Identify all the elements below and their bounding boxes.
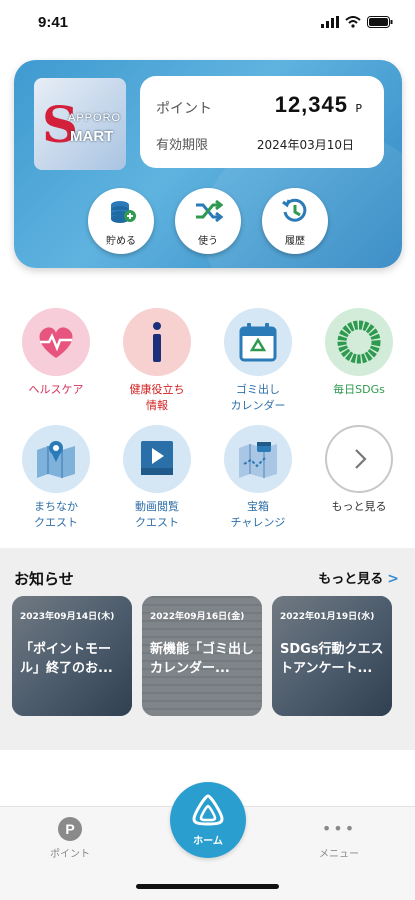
home-button[interactable]: ホーム bbox=[170, 782, 246, 858]
points-label: ポイント bbox=[156, 101, 212, 117]
sdgs-icon bbox=[337, 320, 381, 364]
feature-garbage-calendar[interactable]: ゴミ出し カレンダー bbox=[208, 308, 308, 414]
town-quest-label: まちなか クエスト bbox=[34, 500, 78, 529]
daily-sdgs-circle bbox=[325, 308, 393, 376]
news-card[interactable]: 2022年09月16日(金) 新機能「ゴミ出しカレンダー... bbox=[142, 596, 262, 716]
status-icons bbox=[321, 16, 393, 28]
heart-icon bbox=[39, 327, 73, 358]
garbage-calendar-label: ゴミ出し カレンダー bbox=[230, 383, 286, 412]
use-points-label: 使う bbox=[198, 236, 218, 247]
news-section: お知らせ もっと見る > 2023年09月14日(木) 「ポイントモール」終了のお… bbox=[0, 548, 415, 750]
feature-more[interactable]: もっと見る bbox=[309, 425, 409, 515]
points-p-icon: P bbox=[58, 817, 82, 841]
nav-points-label: ポイント bbox=[50, 849, 90, 860]
treasure-map-icon bbox=[239, 442, 277, 478]
healthcare-label: ヘルスケア bbox=[28, 383, 84, 396]
treasure-challenge-circle bbox=[224, 425, 292, 493]
recycle-calendar-icon bbox=[239, 323, 277, 362]
logo-apporo: APPORO bbox=[68, 112, 122, 124]
feature-healthcare[interactable]: ヘルスケア bbox=[6, 308, 106, 398]
health-info-circle bbox=[123, 308, 191, 376]
video-quest-label: 動画閲覧 クエスト bbox=[135, 500, 179, 529]
video-quest-circle bbox=[123, 425, 191, 493]
battery-icon bbox=[367, 16, 393, 28]
more-circle bbox=[325, 425, 393, 493]
logo-mart: MART bbox=[70, 128, 114, 145]
feature-video-quest[interactable]: 動画閲覧 クエスト bbox=[107, 425, 207, 531]
point-balance-panel: ポイント 12,345 P 有効期限 2024年03月10日 bbox=[140, 76, 384, 168]
news-card[interactable]: 2023年09月14日(木) 「ポイントモール」終了のお... bbox=[12, 596, 132, 716]
town-quest-circle bbox=[22, 425, 90, 493]
nav-menu-label: メニュー bbox=[319, 849, 359, 860]
feature-health-info[interactable]: 健康役立ち 情報 bbox=[107, 308, 207, 414]
nav-menu[interactable]: ••• メニュー bbox=[311, 819, 367, 861]
more-dots-icon: ••• bbox=[321, 819, 357, 838]
news-more-label: もっと見る bbox=[318, 572, 384, 587]
map-icon bbox=[37, 441, 75, 478]
home-indicator bbox=[136, 884, 279, 889]
points-value: 12,345 bbox=[274, 92, 348, 117]
status-time: 9:41 bbox=[38, 14, 69, 31]
point-card: S APPORO MART ポイント 12,345 P 有効期限 2024年03… bbox=[14, 60, 402, 268]
news-title: お知らせ bbox=[14, 570, 74, 588]
chevron-right-icon bbox=[355, 449, 367, 469]
status-bar: 9:41 bbox=[0, 0, 415, 48]
history-icon bbox=[282, 198, 307, 222]
feature-treasure-challenge[interactable]: 宝箱 チャレンジ bbox=[208, 425, 308, 531]
daily-sdgs-label: 毎日SDGs bbox=[333, 383, 385, 396]
expiry-date: 2024年03月10日 bbox=[256, 138, 354, 152]
shuffle-icon bbox=[196, 199, 223, 223]
video-ad-icon bbox=[141, 441, 173, 475]
more-label: もっと見る bbox=[331, 500, 387, 513]
news-date: 2023年09月14日(木) bbox=[20, 612, 115, 622]
news-headline: 「ポイントモール」終了のお... bbox=[20, 642, 113, 676]
expiry-label: 有効期限 bbox=[156, 138, 209, 153]
treasure-challenge-label: 宝箱 チャレンジ bbox=[230, 500, 286, 529]
info-icon bbox=[153, 322, 161, 362]
feature-town-quest[interactable]: まちなか クエスト bbox=[6, 425, 106, 531]
signal-icon bbox=[321, 16, 339, 28]
coins-icon bbox=[111, 201, 136, 223]
healthcare-circle bbox=[22, 308, 90, 376]
news-more-link[interactable]: もっと見る > bbox=[318, 568, 399, 587]
save-points-label: 貯める bbox=[106, 236, 136, 247]
news-headline: 新機能「ゴミ出しカレンダー... bbox=[150, 642, 255, 676]
use-points-button[interactable]: 使う bbox=[175, 188, 241, 254]
nav-points[interactable]: P ポイント bbox=[42, 817, 98, 860]
feature-daily-sdgs[interactable]: 毎日SDGs bbox=[309, 308, 409, 398]
news-headline: SDGs行動クエストアンケート... bbox=[280, 642, 384, 676]
home-logo-icon bbox=[192, 794, 224, 826]
save-points-button[interactable]: 貯める bbox=[88, 188, 154, 254]
home-label: ホーム bbox=[193, 836, 223, 847]
history-label: 履歴 bbox=[285, 236, 305, 247]
garbage-calendar-circle bbox=[224, 308, 292, 376]
health-info-label: 健康役立ち 情報 bbox=[129, 383, 185, 412]
points-unit: P bbox=[355, 102, 362, 115]
news-card[interactable]: 2022年01月19日(水) SDGs行動クエストアンケート... bbox=[272, 596, 392, 716]
history-button[interactable]: 履歴 bbox=[262, 188, 328, 254]
wifi-icon bbox=[345, 16, 361, 28]
news-date: 2022年01月19日(水) bbox=[280, 612, 375, 622]
news-date: 2022年09月16日(金) bbox=[150, 612, 245, 622]
chevron-right-icon: > bbox=[387, 571, 399, 587]
sapporo-smart-logo: S APPORO MART bbox=[34, 78, 126, 170]
